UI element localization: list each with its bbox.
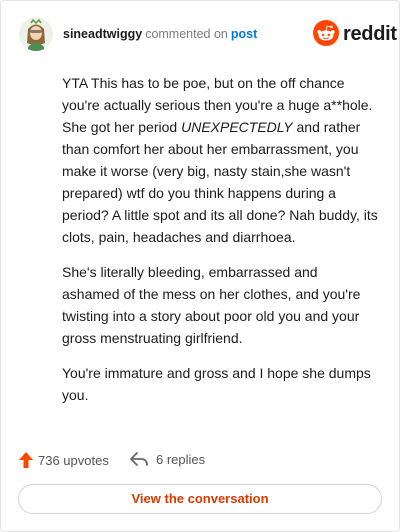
upvote-arrow-icon — [19, 452, 33, 468]
comment-meta: sineadtwiggy commented on post — [63, 27, 257, 41]
comment-paragraph-1-text-b: and rather than comfort her about her em… — [62, 119, 378, 245]
comment-paragraph-3: You're immature and gross and I hope she… — [62, 365, 371, 403]
reddit-brand[interactable]: reddit — [313, 20, 397, 48]
comment-body: YTA This has to be poe, but on the off c… — [62, 72, 378, 419]
upvote-count: 736 upvotes — [38, 452, 109, 468]
upvote-button[interactable]: 736 upvotes — [18, 451, 109, 469]
comment-footer: 736 upvotes 6 replies — [18, 449, 378, 471]
replies-button[interactable]: 6 replies — [129, 451, 205, 467]
reply-arrow-icon — [130, 452, 148, 466]
comment-paragraph-2: She's literally bleeding, embarrassed an… — [62, 264, 361, 346]
view-conversation-button[interactable]: View the conversation — [18, 484, 382, 514]
comment-card: sineadtwiggy commented on post reddit YTA … — [0, 0, 400, 532]
username-link[interactable]: sineadtwiggy — [63, 27, 142, 41]
comment-paragraph-1: YTA This has to be poe, but on the off c… — [62, 72, 378, 248]
reddit-wordmark: reddit — [343, 23, 397, 45]
avatar[interactable] — [19, 17, 53, 51]
reply-count: 6 replies — [156, 451, 206, 467]
reddit-logo-icon — [313, 20, 339, 46]
comment-emphasis: UNEXPECTEDLY — [181, 119, 293, 135]
commented-on-label: commented on — [145, 27, 228, 41]
comment-header: sineadtwiggy commented on post reddit — [19, 17, 397, 51]
avatar-icon — [19, 17, 53, 51]
post-link[interactable]: post — [231, 27, 257, 41]
